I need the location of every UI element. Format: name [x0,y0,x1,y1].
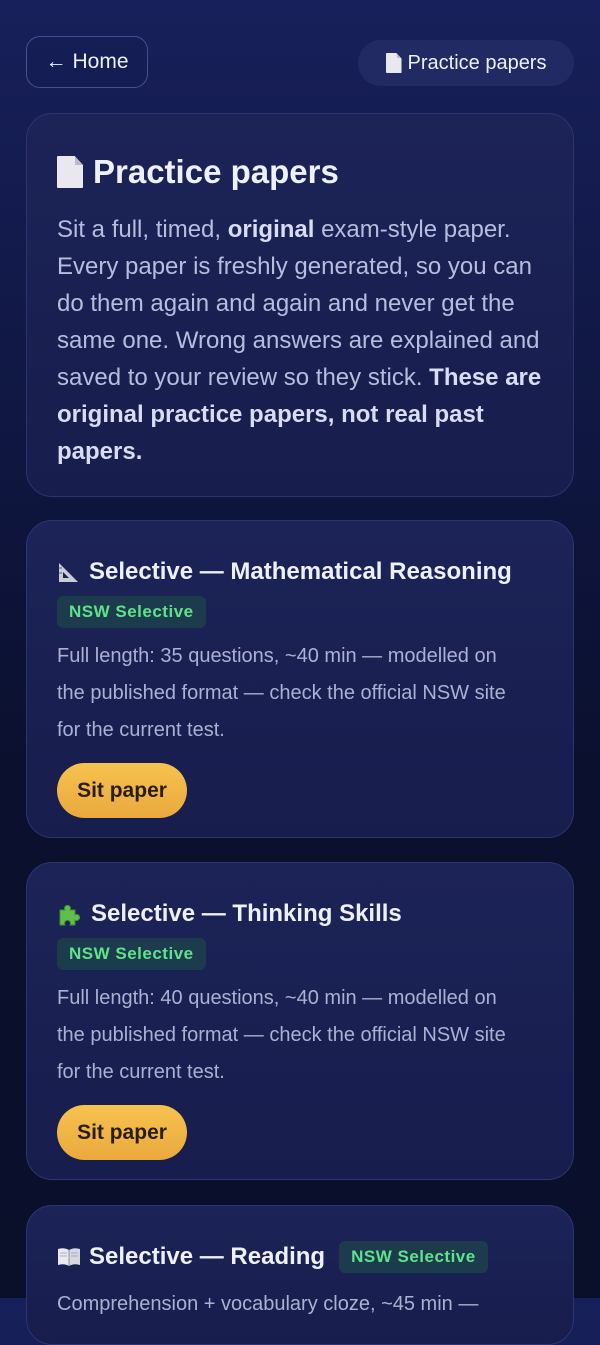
paper-title: Selective — Mathematical Reasoning [57,557,543,587]
ruler-icon [59,563,78,582]
paper-card-reading: Selective — Reading NSW Selective Compre… [26,1205,574,1345]
status-badge: NSW Selective [339,1241,488,1273]
current-page-label: Practice papers [407,51,547,74]
badge-row: NSW Selective [57,938,543,970]
paper-description: Comprehension + vocabulary cloze, ~45 mi… [57,1293,479,1315]
top-navigation: ← Home Practice papers [26,36,574,90]
paper-title: Selective — Reading NSW Selective [57,1241,543,1273]
document-icon [57,156,83,188]
book-icon [58,1248,80,1266]
paper-title-text: Selective — Thinking Skills [91,900,402,927]
status-badge: NSW Selective [57,938,206,970]
sit-paper-button[interactable]: Sit paper [57,763,187,818]
home-button-label: Home [72,50,129,73]
sit-paper-button[interactable]: Sit paper [57,1105,187,1160]
status-badge: NSW Selective [57,596,206,628]
back-arrow-icon: ← [45,50,67,73]
intro-text-bold-1: original [227,216,315,243]
document-icon [385,53,402,73]
paper-title-text: Selective — Mathematical Reasoning [89,558,512,585]
home-button[interactable]: ← Home [26,36,148,88]
paper-description: Full length: 35 questions, ~40 min — mod… [57,645,506,741]
paper-card-math: Selective — Mathematical Reasoning NSW S… [26,520,574,838]
current-page-pill: Practice papers [358,40,574,86]
intro-description: Sit a full, timed, original exam-style p… [57,211,543,470]
paper-card-thinking: Selective — Thinking Skills NSW Selectiv… [26,862,574,1180]
paper-title-text: Selective — Reading [89,1243,326,1270]
page-title-text: Practice papers [93,153,339,190]
puzzle-icon [59,904,81,926]
paper-description: Full length: 40 questions, ~40 min — mod… [57,987,506,1083]
paper-title: Selective — Thinking Skills [57,899,543,929]
page-title: Practice papers [57,152,543,192]
intro-card: Practice papers Sit a full, timed, origi… [26,113,574,497]
intro-text-part-1: Sit a full, timed, [57,216,228,243]
badge-row: NSW Selective [57,596,543,628]
